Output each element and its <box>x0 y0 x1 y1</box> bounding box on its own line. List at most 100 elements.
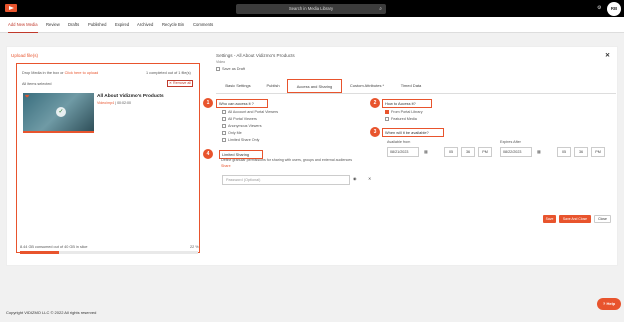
option-all-account-portal[interactable]: All Account and Portal Viewers <box>222 110 279 115</box>
drop-instructions: Drop Media in the box or Click here to u… <box>22 71 98 75</box>
video-duration: 00:02:00 <box>117 101 132 105</box>
tab-access-and-sharing[interactable]: Access and Sharing <box>287 79 342 93</box>
option-label: From Portal Library <box>391 110 423 114</box>
option-featured-media[interactable]: Featured Media <box>385 117 417 122</box>
tab-review[interactable]: Review <box>46 17 60 33</box>
tab-timed-data[interactable]: Timed Data <box>392 79 430 93</box>
chevron-down-icon[interactable]: ⚙ <box>597 4 601 13</box>
upload-progress-text: 1 completed out of 1 file(s) <box>146 71 191 75</box>
tab-add-new-media[interactable]: Add New Media <box>8 17 38 33</box>
check-icon: ✓ <box>56 107 66 117</box>
tab-divider <box>216 93 616 94</box>
checkbox-checked-icon <box>385 110 389 115</box>
media-nav: Add New Media Review Drafts Published Ex… <box>0 17 624 33</box>
available-from-hour[interactable]: 05 <box>444 147 458 157</box>
option-label: Only Me <box>228 131 242 135</box>
settings-subtitle: Video <box>216 60 226 64</box>
expires-after-date[interactable]: 08/22/2023 <box>500 147 532 157</box>
tab-published[interactable]: Published <box>88 17 106 33</box>
settings-title: Settings - All About Vidizmo's Products <box>216 53 295 58</box>
available-from-minute[interactable]: 36 <box>461 147 475 157</box>
checkbox-icon <box>222 138 226 143</box>
vidizmo-logo[interactable] <box>5 4 17 12</box>
available-from-ampm[interactable]: PM <box>478 147 492 157</box>
upload-link[interactable]: Click here to upload <box>65 71 99 75</box>
option-label: Featured Media <box>391 117 417 121</box>
share-link[interactable]: Share <box>221 164 231 168</box>
help-label: Help <box>606 301 616 306</box>
search-bar[interactable]: Search in Media Library ⌕ <box>236 4 386 14</box>
avatar[interactable]: RB <box>607 2 621 16</box>
tab-recycle-bin[interactable]: Recycle Bin <box>162 17 184 33</box>
close-button[interactable]: Close <box>594 215 611 223</box>
storage-bar-fill <box>20 251 60 254</box>
expires-after-minute[interactable]: 36 <box>574 147 588 157</box>
checkbox-icon <box>222 131 226 136</box>
availability-label: When will it be available? <box>382 128 444 137</box>
storage-percent: 22 % <box>190 245 199 249</box>
save-draft-label: Save as Draft <box>222 67 246 71</box>
password-input[interactable]: Password (Optional) <box>222 175 350 185</box>
calendar-icon[interactable]: ▦ <box>424 149 428 154</box>
video-thumbnail[interactable]: ❤ ✓ <box>23 93 94 133</box>
close-icon[interactable]: ✕ <box>605 52 610 59</box>
search-label: Search in Media Library <box>288 6 334 11</box>
remove-all-label: Remove all <box>173 81 191 85</box>
option-label: Anonymous Viewers <box>228 124 262 128</box>
available-from-date[interactable]: 08/21/2023 <box>387 147 419 157</box>
option-limited-share-only[interactable]: Limited Share Only <box>222 138 259 143</box>
upload-complete-bar <box>23 131 94 133</box>
tab-drafts[interactable]: Drafts <box>68 17 79 33</box>
eye-icon[interactable]: ◉ <box>353 176 357 181</box>
option-from-portal-library[interactable]: From Portal Library <box>385 110 423 115</box>
help-icon: ? <box>602 301 606 306</box>
checkbox-icon <box>222 117 226 122</box>
limited-sharing-description: Define granular permissions for sharing … <box>221 158 353 162</box>
how-to-access-label: How to Access it? <box>382 99 432 108</box>
step-marker-1: 1 <box>203 98 213 108</box>
upload-dropzone[interactable] <box>16 63 200 253</box>
storage-bar <box>20 251 198 254</box>
tab-comments[interactable]: Comments <box>193 17 213 33</box>
who-can-access-label: Who can access it ? <box>216 99 268 108</box>
option-all-portal-viewers[interactable]: All Portal Viewers <box>222 117 257 122</box>
top-bar: Search in Media Library ⌕ ⚙ RB <box>0 0 624 17</box>
step-marker-4: 4 <box>203 149 213 159</box>
option-anonymous-viewers[interactable]: Anonymous Viewers <box>222 124 262 129</box>
search-icon[interactable]: ⌕ <box>379 4 382 14</box>
tab-archived[interactable]: Archived <box>137 17 153 33</box>
video-meta: Video/mp4 | 00:02:00 <box>97 101 132 105</box>
remove-all-button[interactable]: ✕ Remove all <box>167 80 193 87</box>
expires-after-label: Expires After <box>500 140 521 144</box>
save-and-close-button[interactable]: Save And Close <box>559 215 591 223</box>
clear-icon[interactable]: ✕ <box>368 176 371 181</box>
storage-text: 8.44 GB consumed out of 40 GB in slice <box>20 245 88 249</box>
drop-text: Drop Media in the box or <box>22 71 64 75</box>
option-label: All Account and Portal Viewers <box>228 110 279 114</box>
calendar-icon[interactable]: ▦ <box>537 149 541 154</box>
step-marker-2: 2 <box>370 98 380 108</box>
copyright: Copyright VIDIZMO LLC © 2022 All rights … <box>6 310 97 315</box>
checkbox-icon <box>216 67 220 71</box>
checkbox-icon <box>222 124 226 129</box>
video-type: Video/mp4 <box>97 101 115 105</box>
expires-after-ampm[interactable]: PM <box>591 147 605 157</box>
save-button[interactable]: Save <box>543 215 556 223</box>
checkbox-icon <box>385 117 389 122</box>
tab-publish[interactable]: Publish <box>260 79 286 93</box>
expires-after-hour[interactable]: 05 <box>557 147 571 157</box>
step-marker-3: 3 <box>370 127 380 137</box>
tab-custom-attributes[interactable]: Custom Attributes * <box>344 79 390 93</box>
help-button[interactable]: ? Help <box>597 298 621 310</box>
tab-basic-settings[interactable]: Basic Settings <box>216 79 260 93</box>
selected-text: All items selected <box>22 82 52 86</box>
tab-expired[interactable]: Expired <box>115 17 129 33</box>
video-title: All About Vidizmo's Products <box>97 94 164 99</box>
available-from-label: Available from <box>387 140 411 144</box>
upload-title: Upload file(s) <box>11 53 39 58</box>
option-only-me[interactable]: Only Me <box>222 131 242 136</box>
option-label: All Portal Viewers <box>228 117 257 121</box>
save-as-draft-checkbox[interactable]: Save as Draft <box>216 67 245 71</box>
heart-icon: ❤ <box>25 94 30 100</box>
checkbox-icon <box>222 110 226 115</box>
